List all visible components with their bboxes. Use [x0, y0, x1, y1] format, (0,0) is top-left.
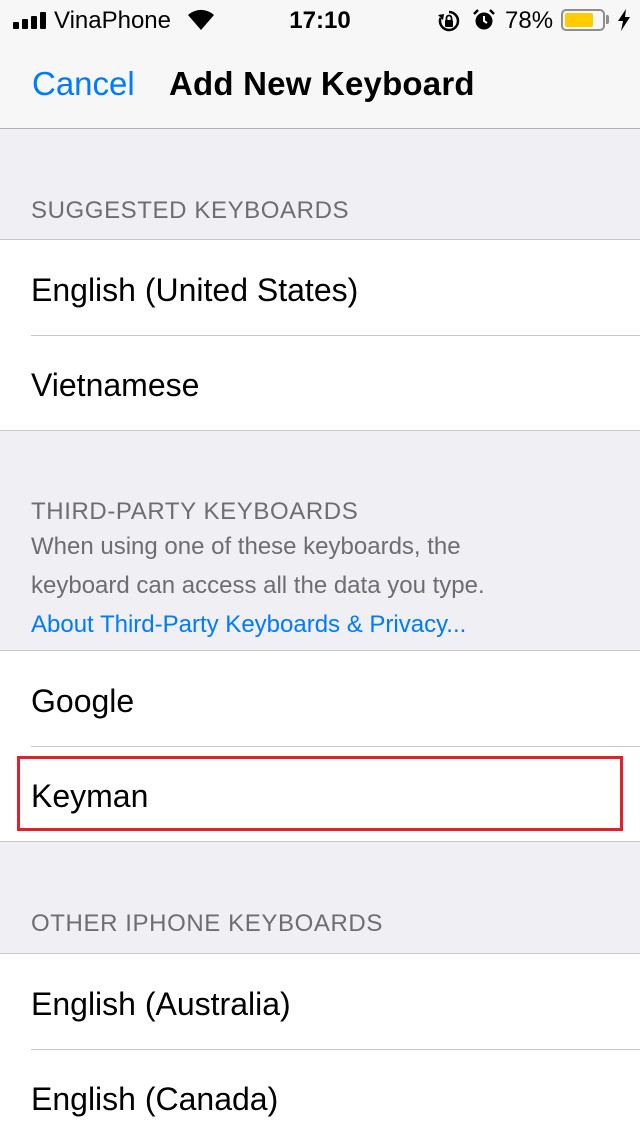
alarm-icon — [473, 9, 495, 30]
add-keyboard-screen: VinaPhone 17:10 78% Cancel Add New Keybo… — [0, 0, 640, 1136]
other-iphone-keyboards-list: English (Australia) English (Canada) — [0, 953, 640, 1136]
third-party-keyboards-header: THIRD-PARTY KEYBOARDS — [31, 498, 359, 525]
battery-level-fill — [565, 13, 593, 27]
keyboard-row-english-canada[interactable]: English (Canada) — [0, 1049, 640, 1136]
keyboard-label: English (United States) — [31, 272, 359, 308]
third-party-privacy-link[interactable]: About Third-Party Keyboards & Privacy... — [31, 611, 466, 639]
keyboard-label: Google — [31, 683, 135, 719]
suggested-keyboards-header: SUGGESTED KEYBOARDS — [31, 197, 350, 224]
battery-percentage: 78% — [505, 7, 554, 34]
keyboard-row-english-australia[interactable]: English (Australia) — [0, 954, 640, 1049]
keyboard-row-vietnamese[interactable]: Vietnamese — [0, 335, 640, 430]
keyboard-label: Vietnamese — [31, 367, 200, 403]
keyboard-row-google[interactable]: Google — [0, 651, 640, 746]
other-iphone-keyboards-header: OTHER IPHONE KEYBOARDS — [31, 910, 383, 937]
battery-cap — [606, 15, 609, 24]
charging-bolt-icon — [618, 9, 630, 31]
battery-icon — [561, 9, 605, 31]
suggested-keyboards-list: English (United States) Vietnamese — [0, 239, 640, 431]
keyboard-row-keyman[interactable]: Keyman — [0, 746, 640, 841]
status-bar: VinaPhone 17:10 78% — [0, 0, 640, 40]
third-party-keyboards-list: Google Keyman — [0, 650, 640, 842]
third-party-privacy-note-line-1: When using one of these keyboards, the — [31, 533, 461, 560]
page-title: Add New Keyboard — [169, 65, 475, 102]
keyboard-label: English (Canada) — [31, 1081, 279, 1117]
cancel-button[interactable]: Cancel — [32, 64, 135, 104]
keyboard-label: Keyman — [31, 778, 149, 814]
rotation-lock-icon — [438, 10, 460, 32]
third-party-privacy-note-line-2: keyboard can access all the data you typ… — [31, 572, 485, 599]
keyboard-row-english-united-states[interactable]: English (United States) — [0, 240, 640, 335]
keyboard-label: English (Australia) — [31, 986, 291, 1022]
navigation-bar: Cancel Add New Keyboard — [0, 40, 640, 129]
